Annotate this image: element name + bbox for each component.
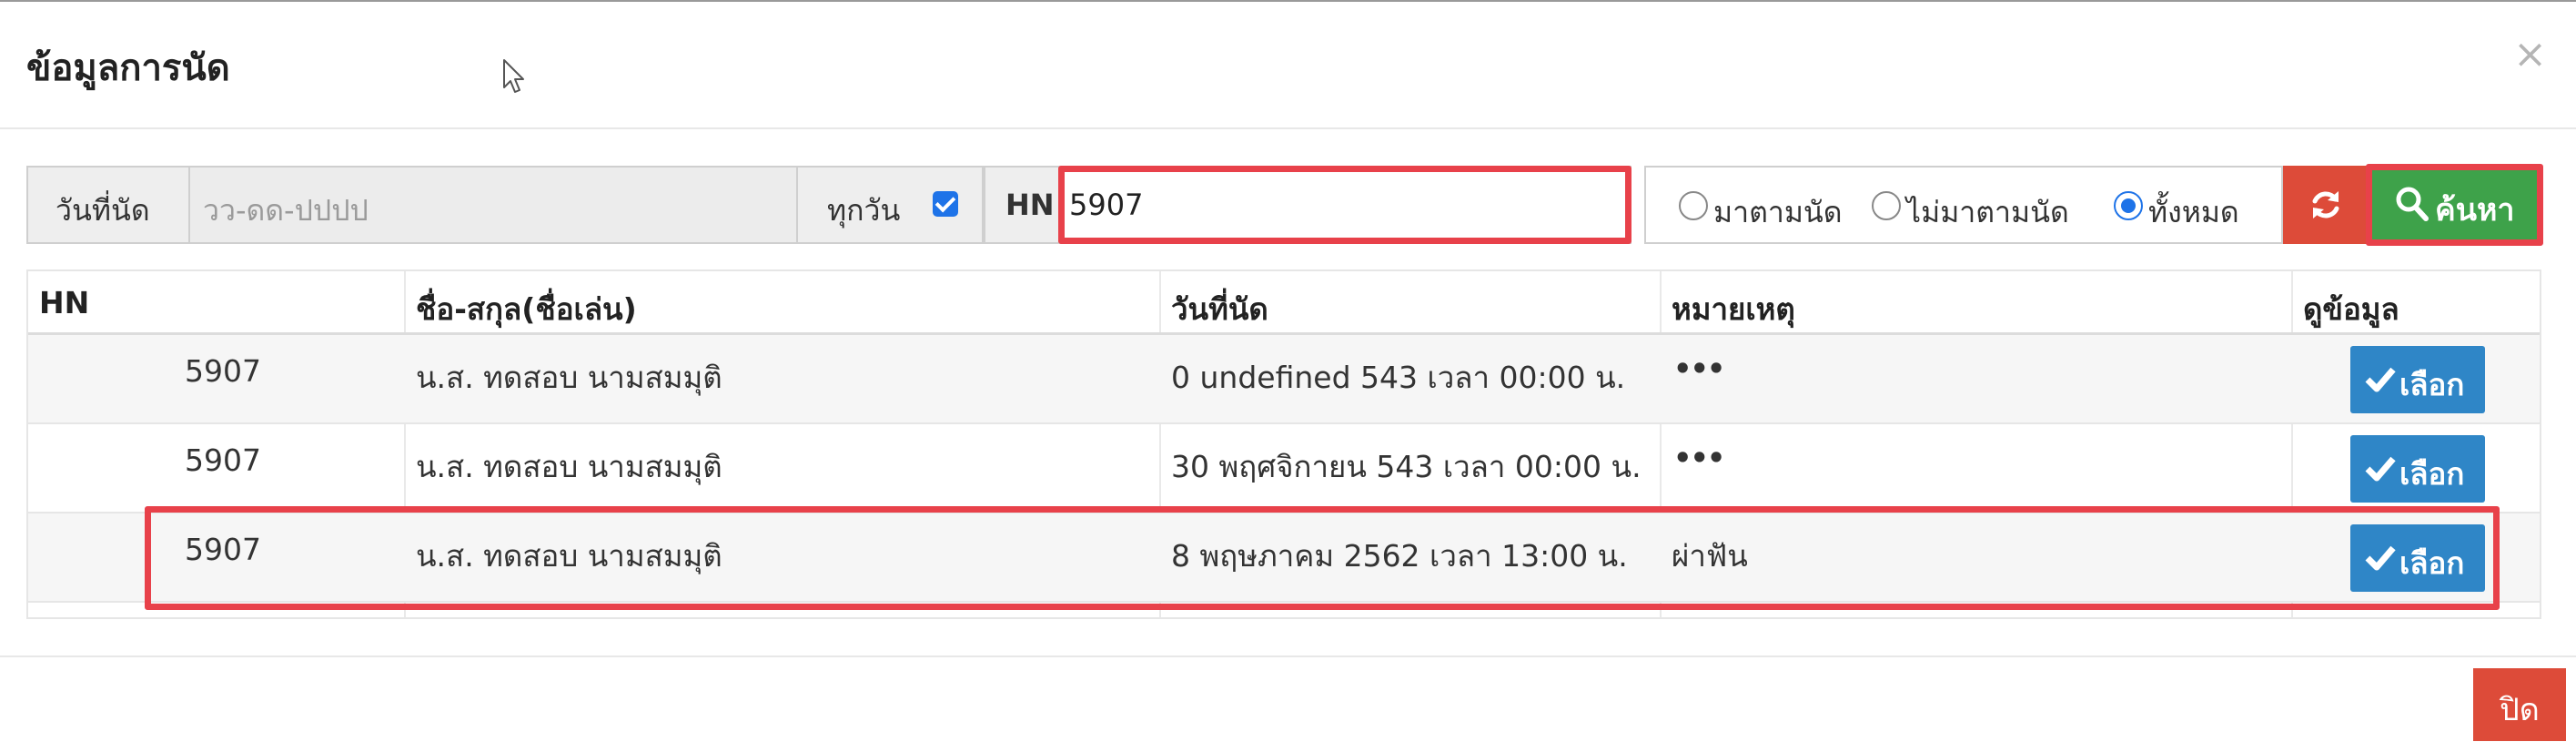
header-note: หมายเหตุ [1672, 291, 1795, 327]
refresh-button[interactable] [2283, 166, 2368, 244]
appointments-table: HN ชื่อ-สกุล(ชื่อเล่น) วันที่นัด หมายเหต… [26, 269, 2541, 619]
radio-dot-selected [2114, 191, 2143, 220]
table-row: 5907 น.ส. ทดสอบ นามสมมุติ 0 undefined 54… [28, 335, 2540, 424]
mouse-cursor-icon [503, 59, 524, 93]
radio-label: ทั้งหมด [2148, 195, 2239, 229]
modal-footer-divider [0, 655, 2576, 657]
radio-label: มาตามนัด [1713, 195, 1843, 229]
every-day-checkbox[interactable] [933, 191, 958, 217]
close-button[interactable]: ปิด [2473, 668, 2566, 741]
hn-highlight-outline [1058, 166, 1631, 244]
status-radio-group: มาตามนัด ไม่มาตามนัด ทั้งหมด [1644, 166, 2283, 244]
header-date: วันที่นัด [1171, 291, 1268, 327]
cell-note: ••• [1673, 441, 1725, 475]
radio-label: ไม่มาตามนัด [1906, 195, 2069, 229]
cell-note: ••• [1673, 351, 1725, 386]
cell-hn: 5907 [185, 353, 261, 389]
every-day-label: ทุกวัน [827, 193, 901, 228]
close-icon[interactable]: × [2513, 35, 2547, 75]
table-row: 5907 น.ส. ทดสอบ นามสมมุติ 30 พฤศจิกายน 5… [28, 424, 2540, 513]
close-button-label: ปิด [2500, 692, 2540, 728]
table-header: HN ชื่อ-สกุล(ชื่อเล่น) วันที่นัด หมายเหต… [28, 271, 2540, 335]
header-name: ชื่อ-สกุล(ชื่อเล่น) [416, 291, 637, 327]
every-day-cell: ทุกวัน [796, 166, 984, 244]
select-button[interactable]: เลือก [2350, 346, 2485, 413]
refresh-icon [2312, 191, 2339, 218]
radio-dot [1872, 191, 1901, 220]
header-hn: HN [39, 285, 90, 320]
modal-title: ข้อมูลการนัด [26, 47, 230, 89]
date-input[interactable]: วว-ดด-ปปปป [188, 166, 798, 244]
hn-label: HN [1005, 188, 1055, 222]
check-icon [2365, 456, 2396, 482]
select-button-label: เลือก [2399, 456, 2465, 492]
appointment-modal: ข้อมูลการนัด × วันที่นัด วว-ดด-ปปปป ทุกว… [0, 0, 2576, 752]
cell-name: น.ส. ทดสอบ นามสมมุติ [416, 449, 722, 484]
header-view: ดูข้อมูล [2303, 291, 2399, 327]
hn-label-cell: HN [984, 166, 1060, 244]
search-highlight-outline [2366, 164, 2543, 246]
check-icon [2365, 367, 2396, 392]
search-bar: วันที่นัด วว-ดด-ปปปป ทุกวัน HN 5907 มาตา… [26, 164, 2543, 246]
cell-name: น.ส. ทดสอบ นามสมมุติ [416, 360, 722, 395]
cell-hn: 5907 [185, 442, 261, 478]
modal-header: ข้อมูลการนัด × [0, 2, 2576, 129]
date-placeholder: วว-ดด-ปปปป [203, 193, 369, 228]
date-label-cell: วันที่นัด [26, 166, 190, 244]
row-highlight-outline [145, 506, 2500, 610]
cell-date: 30 พฤศจิกายน 543 เวลา 00:00 น. [1171, 449, 1642, 484]
cell-date: 0 undefined 543 เวลา 00:00 น. [1171, 360, 1626, 395]
select-button[interactable]: เลือก [2350, 435, 2485, 503]
date-label: วันที่นัด [56, 193, 150, 228]
radio-dot [1679, 191, 1708, 220]
select-button-label: เลือก [2399, 367, 2465, 402]
